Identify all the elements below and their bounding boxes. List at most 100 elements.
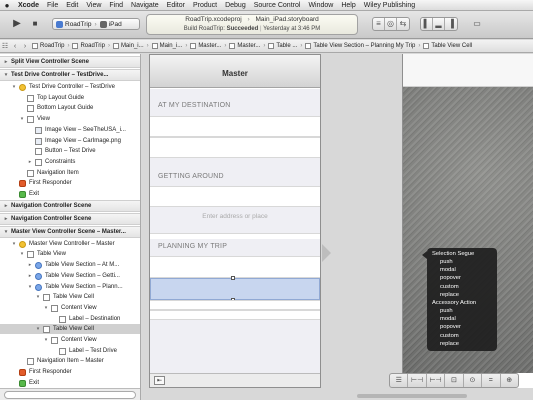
disclosure-open-icon[interactable]: ▾ <box>19 249 25 259</box>
outline-scene-row[interactable]: ▾ Test Drive Controller – TestDrive... <box>0 69 140 81</box>
outline-item[interactable]: ▸ Table View Section – At M... <box>0 260 140 270</box>
table-view[interactable]: AT MY DESTINATION GETTING AROUND Enter a… <box>150 89 320 375</box>
outline-item[interactable]: ▾ Master View Controller – Master <box>0 239 140 249</box>
zoom-actual-icon[interactable]: = <box>482 374 501 387</box>
scheme-selector[interactable]: RoadTrip › iPad <box>52 18 140 30</box>
menu-item-source-control[interactable]: Source Control <box>250 2 305 9</box>
toggle-outline-icon[interactable]: ☰ <box>390 374 409 387</box>
address-placeholder[interactable]: Enter address or place <box>150 213 320 220</box>
version-editor-icon[interactable]: ⇆ <box>397 18 409 30</box>
segue-option-custom[interactable]: custom <box>427 283 497 291</box>
menu-item-window[interactable]: Window <box>304 2 337 9</box>
disclosure-open-icon[interactable]: ▾ <box>35 292 41 302</box>
navigation-bar[interactable]: Master <box>150 55 320 88</box>
disclosure-open-icon[interactable]: ▾ <box>43 303 49 313</box>
disclosure-open-icon[interactable]: ▾ <box>19 114 25 124</box>
zoom-in-icon[interactable]: ⊕ <box>501 374 518 387</box>
outline-item[interactable]: Image View – SeeTheUSA_i... <box>0 125 140 135</box>
segue-option-replace[interactable]: replace <box>427 291 497 299</box>
disclosure-open-icon[interactable]: ▾ <box>27 282 33 292</box>
disclosure-closed-icon[interactable]: ▸ <box>27 157 33 167</box>
outline-item[interactable]: Navigation Item <box>0 168 140 178</box>
disclosure-open-icon[interactable]: ▾ <box>11 239 17 249</box>
menu-item-product[interactable]: Product <box>189 2 221 9</box>
outline-item[interactable]: Image View – CarImage.png <box>0 136 140 146</box>
menu-item-find[interactable]: Find <box>105 2 127 9</box>
table-cell[interactable] <box>150 310 320 320</box>
outline-item[interactable]: Exit <box>0 378 140 388</box>
disclosure-closed-icon[interactable]: ▸ <box>3 214 9 225</box>
menu-item-xcode[interactable]: Xcode <box>14 2 43 9</box>
outline-scene-row[interactable]: ▸ Split View Controller Scene <box>0 56 140 68</box>
outline-item[interactable]: Top Layout Guide <box>0 93 140 103</box>
outline-item[interactable]: ▾ Content View <box>0 303 140 313</box>
master-scene[interactable]: Master AT MY DESTINATION GETTING AROUND … <box>149 54 321 388</box>
breadcrumb-item[interactable]: Main_i... <box>111 43 146 49</box>
disclosure-closed-icon[interactable]: ▸ <box>3 57 9 68</box>
segue-option-popover[interactable]: popover <box>427 274 497 282</box>
zoom-out-icon[interactable]: ⊙ <box>464 374 483 387</box>
disclosure-open-icon[interactable]: ▾ <box>3 70 9 81</box>
outline-item[interactable]: ▾ Table View Cell <box>0 292 140 302</box>
segue-arrow-icon[interactable] <box>322 244 331 262</box>
segue-popup-menu[interactable]: Selection Segue push modal popover custom re… <box>422 248 497 351</box>
table-cell[interactable] <box>150 137 320 158</box>
disclosure-open-icon[interactable]: ▾ <box>43 335 49 345</box>
breadcrumb-item[interactable]: Table View Section – Planning My Trip <box>303 43 417 49</box>
menu-item-debug[interactable]: Debug <box>221 2 250 9</box>
apple-menu-icon[interactable]: ● <box>0 1 14 10</box>
disclosure-closed-icon[interactable]: ▸ <box>3 201 9 212</box>
menu-item-view[interactable]: View <box>82 2 105 9</box>
outline-item[interactable]: Label – Test Drive <box>0 346 140 356</box>
breadcrumb-item[interactable]: Table ... <box>266 43 299 49</box>
outline-item[interactable]: ▸ Table View Section – Getti... <box>0 271 140 281</box>
disclosure-open-icon[interactable]: ▾ <box>3 227 9 238</box>
back-icon[interactable]: ‹ <box>10 43 20 50</box>
resolve-layout-icon[interactable]: ⊡ <box>445 374 464 387</box>
segue-option-modal[interactable]: modal <box>427 266 497 274</box>
selected-table-cell[interactable] <box>150 278 320 300</box>
outline-item[interactable]: ▾ Content View <box>0 335 140 345</box>
horizontal-scrollbar[interactable] <box>357 394 467 398</box>
disclosure-open-icon[interactable]: ▾ <box>11 82 17 92</box>
segue-option-popover[interactable]: popover <box>427 323 497 331</box>
segue-option-push[interactable]: push <box>427 307 497 315</box>
breadcrumb-item[interactable]: RoadTrip <box>70 43 106 49</box>
standard-editor-icon[interactable]: ≡ <box>373 18 385 30</box>
table-cell[interactable] <box>150 233 320 239</box>
disclosure-closed-icon[interactable]: ▸ <box>27 271 33 281</box>
outline-item[interactable]: Button – Test Drive <box>0 146 140 156</box>
storyboard-canvas[interactable]: Master AT MY DESTINATION GETTING AROUND … <box>142 54 533 400</box>
outline-item[interactable]: ▸ Constraints <box>0 157 140 167</box>
segue-option-custom[interactable]: custom <box>427 332 497 340</box>
outline-item[interactable]: First Responder <box>0 178 140 188</box>
menu-item-file[interactable]: File <box>43 2 62 9</box>
table-cell[interactable] <box>150 116 320 137</box>
resize-handle-top[interactable] <box>231 276 235 280</box>
outline-filter-field[interactable] <box>4 391 136 399</box>
outline-item[interactable]: ▾ Table View <box>0 249 140 259</box>
menu-item-edit[interactable]: Edit <box>62 2 82 9</box>
align-icon[interactable]: ⊢⊣ <box>408 374 427 387</box>
menu-item-navigate[interactable]: Navigate <box>127 2 163 9</box>
debug-toggle-icon[interactable]: ▂ <box>433 18 445 30</box>
segue-option-replace[interactable]: replace <box>427 340 497 348</box>
navigator-toggle-icon[interactable]: ▌ <box>421 18 433 30</box>
table-cell[interactable] <box>150 186 320 207</box>
outline-item[interactable]: Exit <box>0 189 140 199</box>
organizer-icon[interactable]: ▭ <box>470 17 484 30</box>
outline-item[interactable]: Label – Destination <box>0 314 140 324</box>
menu-item-help[interactable]: Help <box>337 2 359 9</box>
run-icon[interactable]: ▶ <box>10 17 24 30</box>
utilities-toggle-icon[interactable]: ▐ <box>445 18 457 30</box>
outline-item[interactable]: Navigation Item – Master <box>0 356 140 366</box>
outline-item[interactable]: ▾ Test Drive Controller – TestDrive <box>0 82 140 92</box>
breadcrumb-item[interactable]: Table View Cell <box>421 43 474 49</box>
segue-option-push[interactable]: push <box>427 258 497 266</box>
breadcrumb-item[interactable]: Main_i... <box>150 43 185 49</box>
outline-item[interactable]: First Responder <box>0 367 140 377</box>
breadcrumb-item[interactable]: RoadTrip <box>30 43 66 49</box>
table-cell[interactable] <box>150 256 320 278</box>
menu-item-wiley-publishing[interactable]: Wiley Publishing <box>360 2 419 9</box>
table-cell[interactable] <box>150 300 320 310</box>
